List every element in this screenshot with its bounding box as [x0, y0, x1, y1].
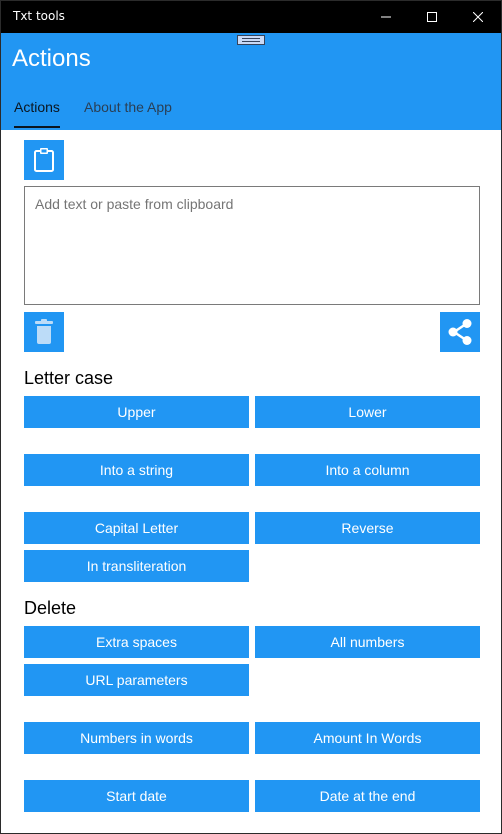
capital-letter-button[interactable]: Capital Letter: [24, 512, 249, 544]
maximize-button[interactable]: [409, 1, 455, 33]
in-transliteration-button[interactable]: In transliteration: [24, 550, 249, 582]
share-icon: [448, 319, 472, 345]
date-at-the-end-button[interactable]: Date at the end: [255, 780, 480, 812]
reverse-button[interactable]: Reverse: [255, 512, 480, 544]
tab-about-the-app[interactable]: About the App: [84, 99, 172, 115]
title-bar[interactable]: Txt tools: [1, 1, 501, 33]
amount-in-words-button[interactable]: Amount In Words: [255, 722, 480, 754]
clear-button[interactable]: [24, 312, 64, 352]
minimize-icon: [381, 16, 391, 18]
numbers-in-words-button[interactable]: Numbers in words: [24, 722, 249, 754]
trash-icon: [35, 319, 53, 344]
app-header: Actions Actions About the App: [1, 33, 501, 130]
extra-spaces-button[interactable]: Extra spaces: [24, 626, 249, 658]
into-a-column-button[interactable]: Into a column: [255, 454, 480, 486]
maximize-icon: [427, 12, 437, 22]
close-button[interactable]: [455, 1, 501, 33]
url-parameters-button[interactable]: URL parameters: [24, 664, 249, 696]
start-date-button[interactable]: Start date: [24, 780, 249, 812]
all-numbers-button[interactable]: All numbers: [255, 626, 480, 658]
page-title: Actions: [12, 45, 91, 72]
into-a-string-button[interactable]: Into a string: [24, 454, 249, 486]
share-button[interactable]: [440, 312, 480, 352]
clipboard-icon: [34, 148, 54, 172]
text-input[interactable]: [24, 186, 480, 305]
window-title: Txt tools: [13, 9, 65, 23]
app-window: Txt tools Actions Actions About the App: [0, 0, 502, 834]
drag-handle-icon[interactable]: [237, 35, 265, 45]
section-title-delete: Delete: [24, 598, 77, 618]
active-tab-indicator: [14, 126, 60, 128]
lower-button[interactable]: Lower: [255, 396, 480, 428]
minimize-button[interactable]: [363, 1, 409, 33]
close-icon: [473, 12, 483, 22]
upper-button[interactable]: Upper: [24, 396, 249, 428]
paste-button[interactable]: [24, 140, 64, 180]
section-title-letter-case: Letter case: [24, 368, 114, 388]
tab-actions[interactable]: Actions: [14, 99, 60, 115]
